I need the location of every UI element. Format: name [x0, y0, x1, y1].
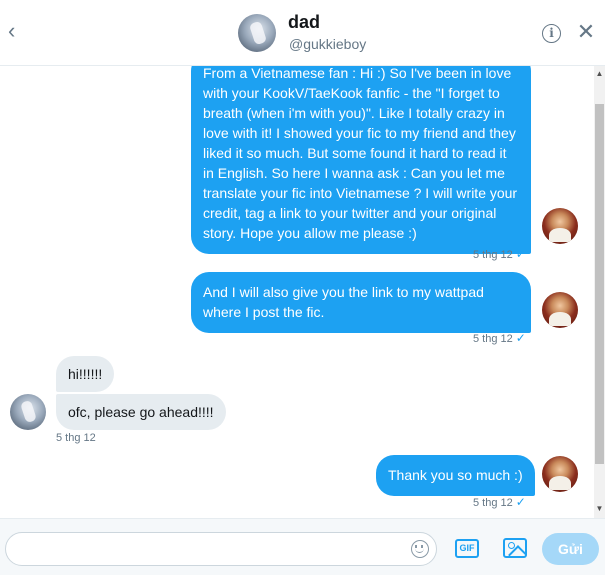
scroll-down-arrow-icon[interactable]: ▼ [594, 504, 605, 513]
scrollbar-thumb[interactable] [595, 104, 604, 464]
scroll-up-arrow-icon[interactable]: ▲ [594, 69, 605, 78]
message-text: ofc, please go ahead!!!! [68, 404, 214, 420]
message-time: 5 thg 12 [473, 333, 513, 345]
message-meta: 5 thg 12 [56, 432, 96, 444]
emoji-icon[interactable] [411, 540, 429, 558]
message-text: hi!!!!!! [68, 366, 103, 382]
outgoing-message: And I will also give you the link to my … [191, 272, 531, 333]
image-icon[interactable] [503, 538, 527, 558]
message-list: From a Vietnamese fan : Hi :) So I've be… [0, 66, 594, 518]
sent-check-icon: ✓ [515, 495, 526, 509]
contact-avatar[interactable] [238, 14, 276, 52]
message-text: Thank you so much :) [388, 467, 523, 483]
message-input[interactable] [5, 532, 437, 566]
my-avatar[interactable] [542, 456, 578, 492]
contact-name[interactable]: dad [288, 12, 320, 33]
my-avatar[interactable] [542, 208, 578, 244]
close-icon: ✕ [576, 19, 596, 44]
contact-avatar-small[interactable] [10, 394, 46, 430]
outgoing-message: Thank you so much :) [376, 455, 535, 496]
conversation-header: ‹ dad @gukkieboy i ✕ [0, 0, 605, 66]
contact-handle[interactable]: @gukkieboy [289, 36, 366, 52]
message-time: 5 thg 12 [473, 497, 513, 509]
sent-check-icon: ✓ [515, 247, 526, 261]
message-text: From a Vietnamese fan : Hi :) So I've be… [203, 66, 518, 241]
incoming-message: ofc, please go ahead!!!! [56, 394, 226, 430]
message-time: 5 thg 12 [473, 249, 513, 261]
my-avatar[interactable] [542, 292, 578, 328]
message-text: And I will also give you the link to my … [203, 284, 484, 320]
back-button[interactable]: ‹ [8, 20, 30, 44]
message-scrollbar[interactable]: ▲ ▼ [594, 66, 605, 518]
message-meta: 5 thg 12 ✓ [473, 331, 526, 345]
message-composer: GIF Gửi [0, 518, 605, 575]
send-button[interactable]: Gửi [542, 533, 599, 565]
outgoing-message: From a Vietnamese fan : Hi :) So I've be… [191, 66, 531, 254]
gif-button[interactable]: GIF [455, 539, 479, 558]
sent-check-icon: ✓ [515, 331, 526, 345]
message-meta: 5 thg 12 ✓ [473, 495, 526, 509]
message-meta: 5 thg 12 ✓ [473, 247, 526, 261]
info-button[interactable]: i [542, 24, 561, 43]
chevron-left-icon: ‹ [8, 18, 16, 43]
close-button[interactable]: ✕ [576, 20, 596, 44]
info-icon: i [549, 26, 554, 40]
message-time: 5 thg 12 [56, 432, 96, 444]
incoming-message: hi!!!!!! [56, 356, 115, 392]
